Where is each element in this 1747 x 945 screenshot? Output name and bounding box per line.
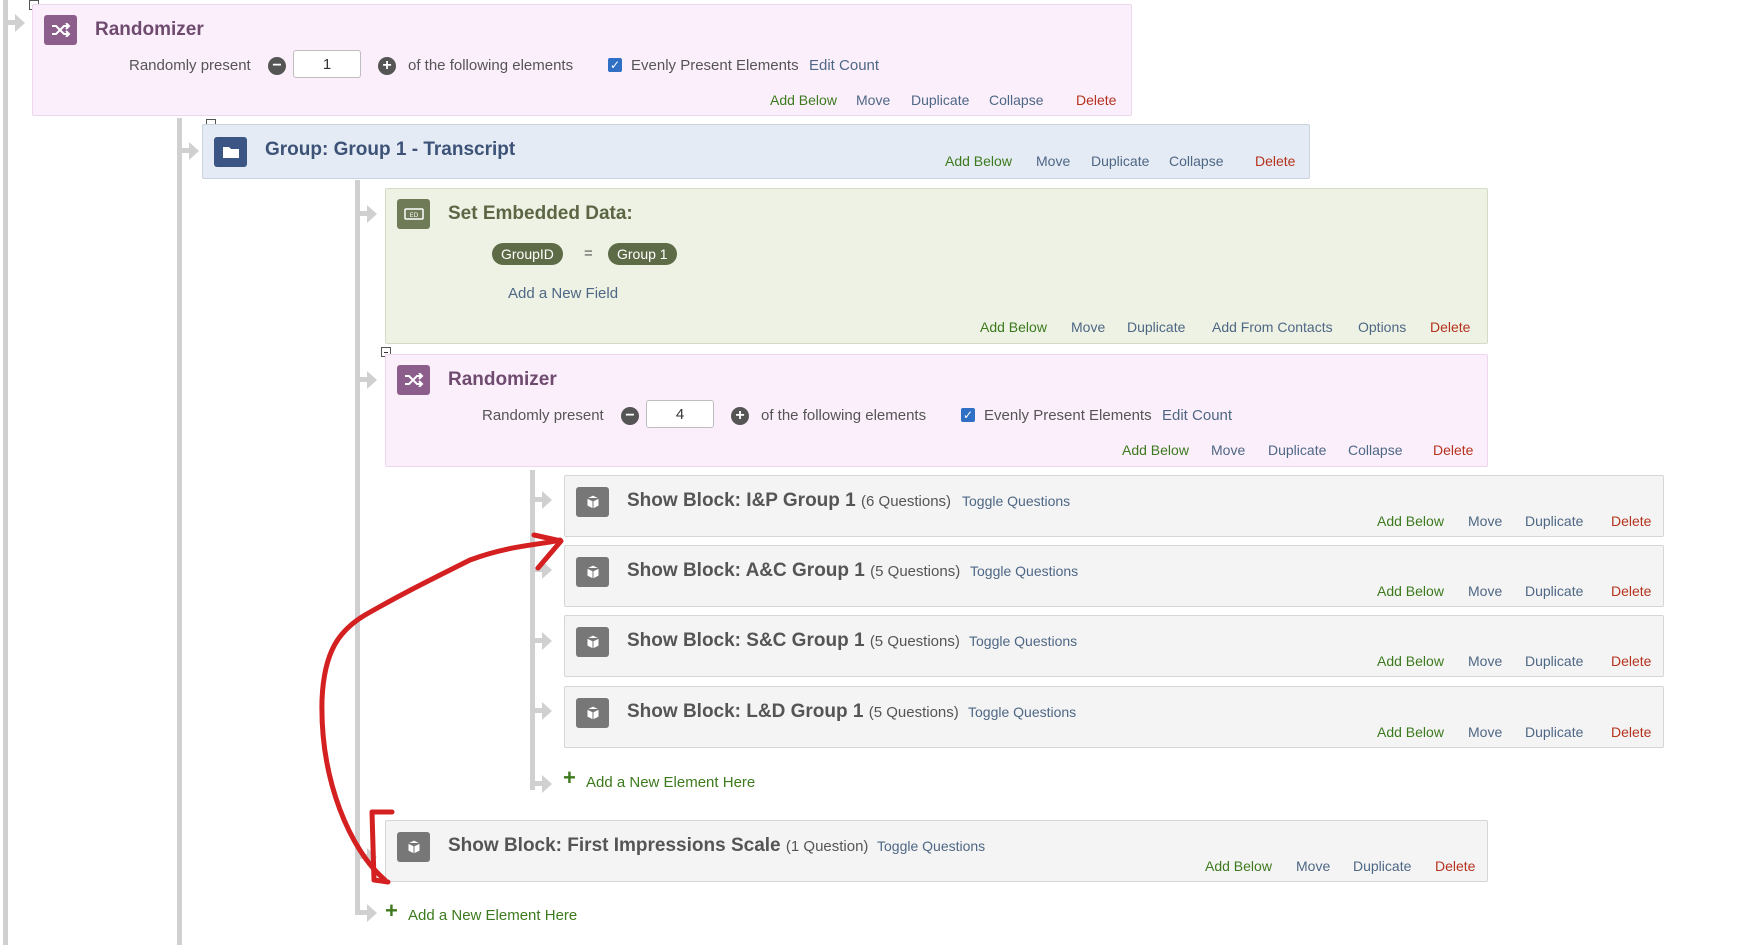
red-annotation-arrow — [319, 532, 564, 885]
